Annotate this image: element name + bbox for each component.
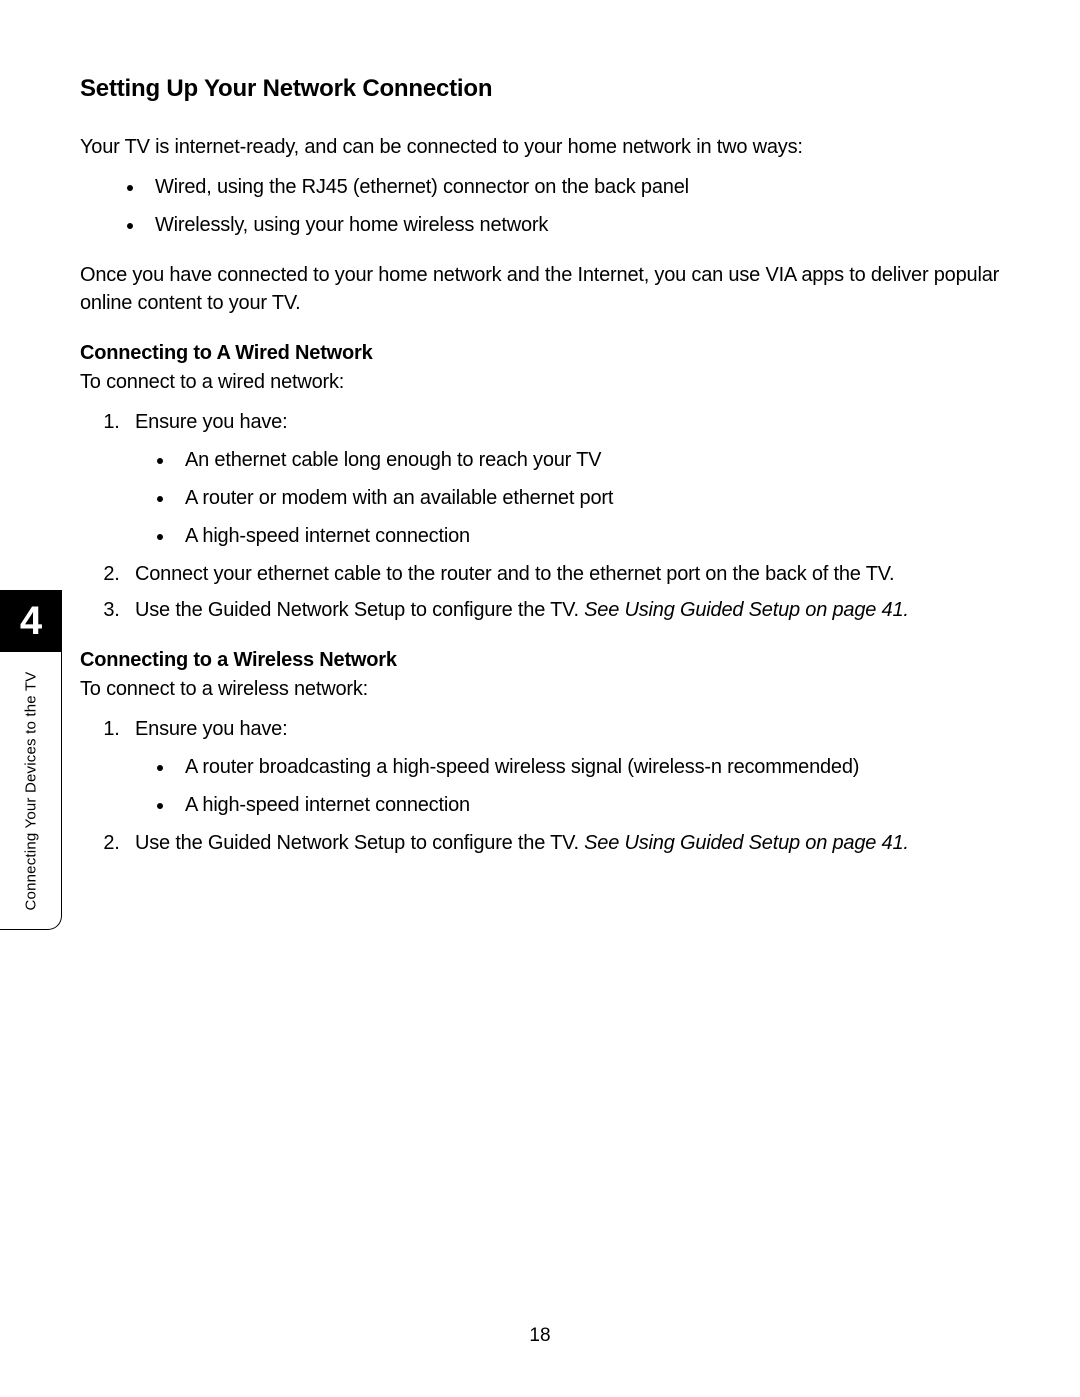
chapter-label-box: Connecting Your Devices to the TV — [0, 652, 62, 930]
step-text-part: Use the Guided Network Setup to configur… — [135, 832, 584, 854]
chapter-label: Connecting Your Devices to the TV — [22, 671, 39, 910]
list-item: A router broadcasting a high-speed wirel… — [175, 753, 1000, 781]
chapter-number: 4 — [20, 599, 42, 644]
intro-paragraph-2: Once you have connected to your home net… — [80, 261, 1000, 317]
nested-bullet-list: A router broadcasting a high-speed wirel… — [175, 753, 1000, 819]
step-text-part: Use the Guided Network Setup to configur… — [135, 599, 584, 621]
list-item: Connect your ethernet cable to the route… — [125, 560, 1000, 588]
list-item: An ethernet cable long enough to reach y… — [175, 446, 1000, 474]
intro-paragraph: Your TV is internet-ready, and can be co… — [80, 133, 1000, 161]
list-item: Ensure you have: An ethernet cable long … — [125, 408, 1000, 550]
list-item: Use the Guided Network Setup to configur… — [125, 596, 1000, 624]
list-item: A high-speed internet connection — [175, 791, 1000, 819]
nested-bullet-list: An ethernet cable long enough to reach y… — [175, 446, 1000, 550]
chapter-side-tab: 4 Connecting Your Devices to the TV — [0, 590, 62, 930]
intro-bullet-list: Wired, using the RJ45 (ethernet) connect… — [145, 173, 1000, 239]
page-number: 18 — [0, 1325, 1080, 1347]
wireless-intro: To connect to a wireless network: — [80, 675, 1000, 703]
list-item: A router or modem with an available ethe… — [175, 484, 1000, 512]
reference-link: See Using Guided Setup on page 41. — [584, 832, 909, 854]
wired-steps-list: Ensure you have: An ethernet cable long … — [125, 408, 1000, 624]
page-content: Setting Up Your Network Connection Your … — [0, 0, 1080, 857]
section-title: Setting Up Your Network Connection — [80, 75, 1000, 103]
step-text: Ensure you have: — [135, 718, 287, 740]
chapter-number-box: 4 — [0, 590, 62, 652]
list-item: A high-speed internet connection — [175, 522, 1000, 550]
list-item: Wirelessly, using your home wireless net… — [145, 211, 1000, 239]
wireless-subsection-title: Connecting to a Wireless Network — [80, 649, 1000, 672]
list-item: Wired, using the RJ45 (ethernet) connect… — [145, 173, 1000, 201]
reference-link: See Using Guided Setup on page 41. — [584, 599, 909, 621]
list-item: Use the Guided Network Setup to configur… — [125, 829, 1000, 857]
step-text: Ensure you have: — [135, 411, 287, 433]
wired-subsection-title: Connecting to A Wired Network — [80, 342, 1000, 365]
list-item: Ensure you have: A router broadcasting a… — [125, 715, 1000, 819]
wireless-steps-list: Ensure you have: A router broadcasting a… — [125, 715, 1000, 857]
wired-intro: To connect to a wired network: — [80, 368, 1000, 396]
